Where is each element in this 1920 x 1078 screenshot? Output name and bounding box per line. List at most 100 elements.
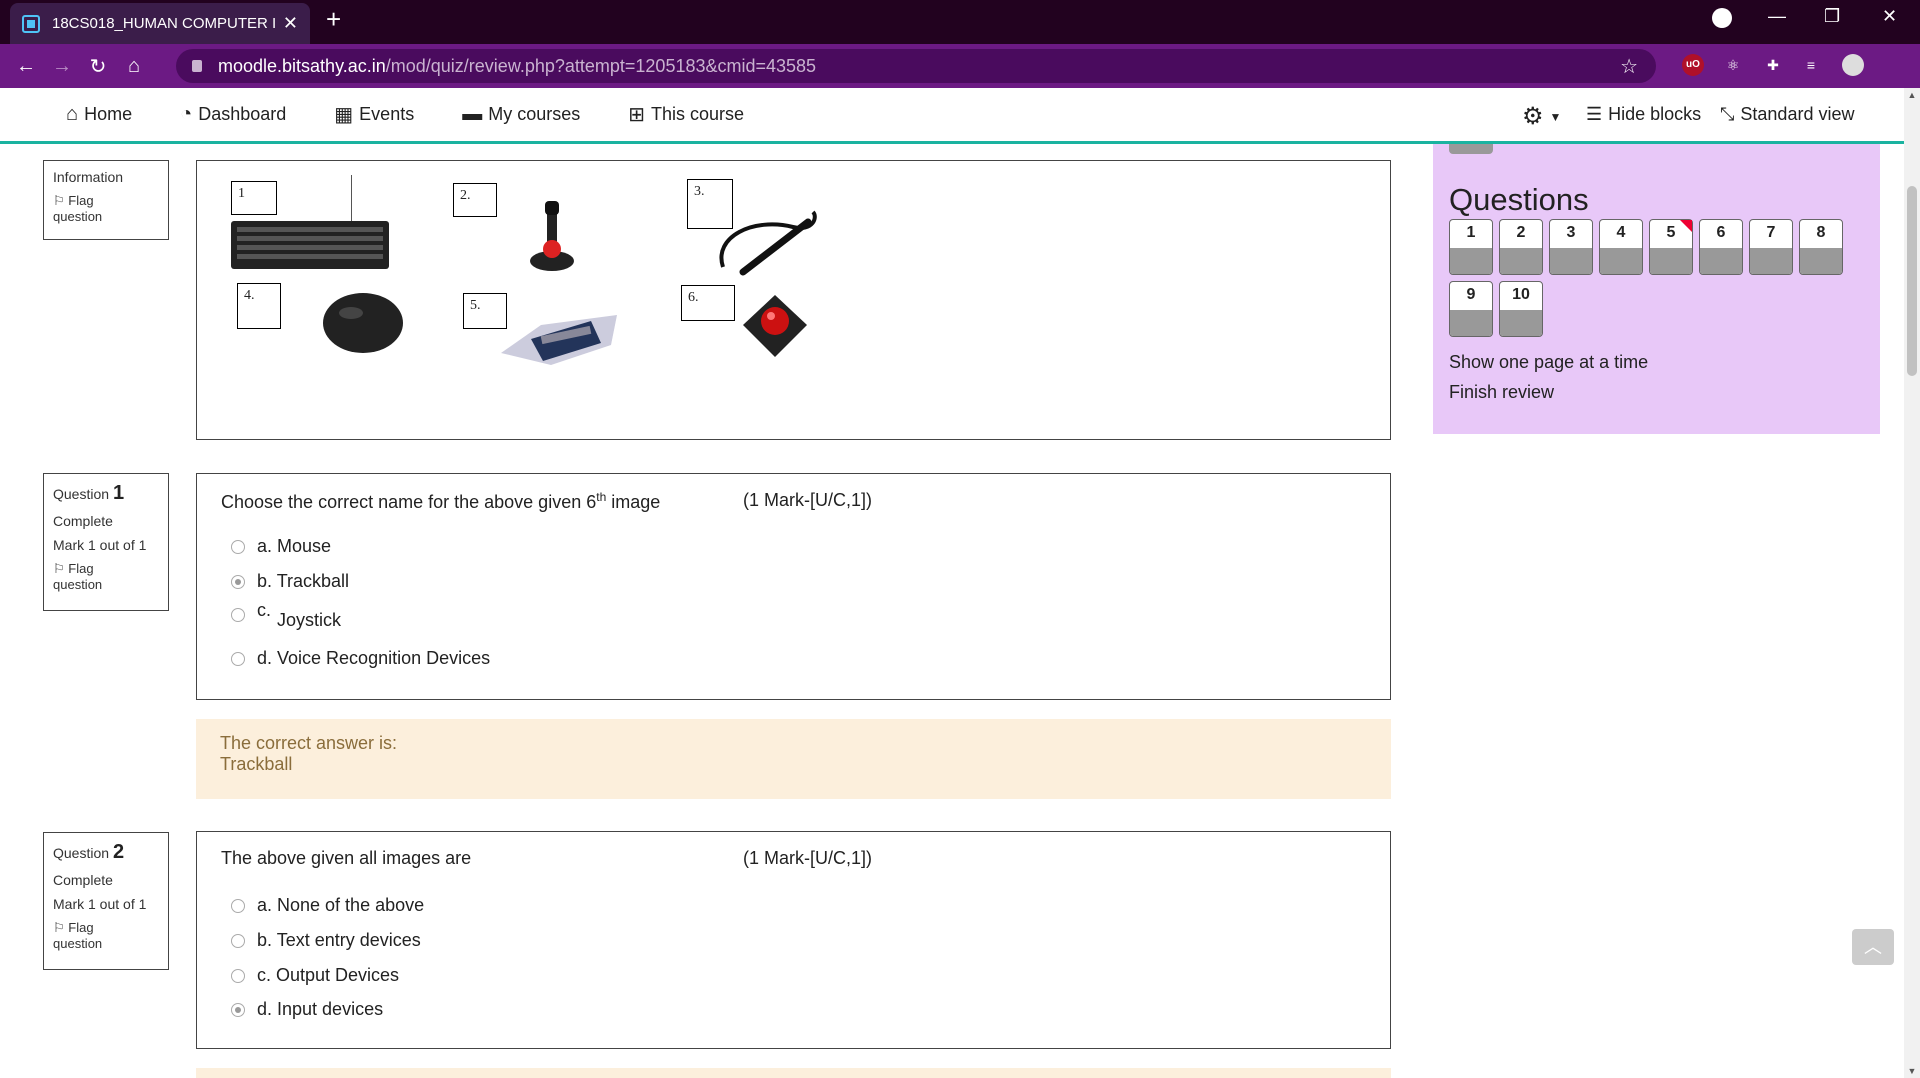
quiz-navigation-block: Questions 1 2 3 4 5 6 7 8 9 10 Show one … (1433, 144, 1880, 434)
settings-menu[interactable]: ⚙ ▼ (1522, 102, 1561, 131)
forward-icon[interactable]: → (44, 55, 80, 78)
radio-button-selected[interactable] (231, 1002, 245, 1017)
answer-option-c[interactable]: c. Output Devices (231, 965, 399, 986)
nav-home[interactable]: ⌂ Home (66, 103, 132, 126)
question-nav-button-6[interactable]: 6 (1699, 219, 1743, 275)
moodle-favicon-icon (22, 14, 40, 33)
question-nav-button-1[interactable]: 1 (1449, 219, 1493, 275)
flag-question-link[interactable]: ⚐ Flag question (53, 193, 159, 225)
radio-button[interactable] (231, 898, 245, 913)
browser-tab[interactable]: 18CS018_HUMAN COMPUTER IN ✕ (10, 3, 310, 44)
compress-icon: ⤡ (1720, 104, 1735, 124)
home-icon[interactable]: ⌂ (116, 55, 152, 78)
question-nav-button-5[interactable]: 5 (1649, 219, 1693, 275)
page-scrollbar[interactable]: ▲ ▼ (1904, 88, 1920, 1078)
question-mark: Mark 1 out of 1 (53, 537, 147, 553)
back-icon[interactable]: ← (8, 55, 44, 78)
question-nav-label: 5 (1666, 224, 1676, 241)
next-feedback-edge (196, 1068, 1391, 1078)
radio-button[interactable] (231, 539, 245, 554)
nav-my-courses[interactable]: ▬ My courses (462, 103, 580, 126)
flag-label-2: question (53, 209, 103, 224)
radio-button[interactable] (231, 933, 245, 948)
restore-icon[interactable]: ❐ (1824, 6, 1840, 27)
answer-option-a[interactable]: a. Mouse (231, 536, 331, 557)
bookmark-star-icon[interactable]: ☆ (1620, 54, 1638, 79)
radio-button-selected[interactable] (231, 574, 245, 589)
nav-events[interactable]: ▦ Events (334, 102, 414, 127)
question-state: Complete (53, 872, 113, 888)
url-path: /mod/quiz/review.php?attempt=1205183&cmi… (385, 55, 817, 76)
question-marks: (1 Mark-[U/C,1]) (743, 490, 873, 510)
outdent-icon: ☰ (1586, 104, 1603, 124)
question-nav-label: 8 (1816, 224, 1826, 241)
question-nav-button-9[interactable]: 9 (1449, 281, 1493, 337)
answer-option-a[interactable]: a. None of the above (231, 895, 424, 916)
question-nav-button-4[interactable]: 4 (1599, 219, 1643, 275)
question-nav-button-3[interactable]: 3 (1549, 219, 1593, 275)
standard-view-button[interactable]: ⤡ Standard view (1720, 104, 1854, 125)
ublock-extension-icon[interactable]: uO (1682, 54, 1704, 76)
atom-extension-icon[interactable]: ⚛ (1722, 54, 1744, 76)
flag-question-link[interactable]: ⚐ Flag question (53, 561, 159, 593)
radio-button[interactable] (231, 651, 245, 666)
question-nav-label: 4 (1616, 224, 1626, 241)
hide-blocks-label: Hide blocks (1608, 104, 1702, 124)
show-one-page-link[interactable]: Show one page at a time (1449, 352, 1648, 373)
question-nav-button-8[interactable]: 8 (1799, 219, 1843, 275)
new-tab-icon[interactable]: + (326, 4, 341, 35)
feedback-answer: Trackball (220, 754, 293, 774)
radio-button[interactable] (231, 968, 245, 983)
flag-question-link[interactable]: ⚐ Flag question (53, 920, 159, 952)
answer-option-b[interactable]: b. Trackball (231, 571, 349, 592)
question-label: Question (53, 486, 110, 502)
question-2-content: The above given all images are (1 Mark-[… (196, 831, 1391, 1049)
back-to-top-button[interactable]: ︿ (1852, 929, 1894, 965)
hide-blocks-button[interactable]: ☰ Hide blocks (1586, 104, 1701, 125)
option-label: b. Text entry devices (257, 930, 421, 950)
question-nav-button-7[interactable]: 7 (1749, 219, 1793, 275)
reload-icon[interactable]: ↻ (80, 54, 116, 79)
flag-label: Flag (68, 920, 94, 935)
tab-title: 18CS018_HUMAN COMPUTER IN (52, 15, 275, 32)
image-number-2: 2. (453, 183, 497, 217)
information-info-box: Information ⚐ Flag question (43, 160, 169, 240)
nav-my-courses-label: My courses (488, 104, 581, 124)
scanner-image (501, 315, 617, 365)
close-tab-icon[interactable]: ✕ (283, 13, 298, 34)
tab-search-icon[interactable] (1712, 8, 1732, 28)
scroll-up-icon[interactable]: ▲ (1904, 90, 1920, 100)
scrollbar-thumb[interactable] (1907, 186, 1917, 376)
radio-button[interactable] (231, 607, 245, 622)
scroll-down-icon[interactable]: ▼ (1904, 1066, 1920, 1076)
question-mark: Mark 1 out of 1 (53, 896, 147, 912)
nav-this-course[interactable]: ⊞ This course (628, 102, 744, 127)
briefcase-icon: ▬ (462, 103, 483, 125)
question-nav-button-2[interactable]: 2 (1499, 219, 1543, 275)
mouse-image (323, 293, 403, 353)
nav-events-label: Events (359, 104, 415, 124)
question-nav-button-10[interactable]: 10 (1499, 281, 1543, 337)
answer-option-c[interactable]: c. Joystick (231, 600, 341, 630)
url-field[interactable]: moodle.bitsathy.ac.in/mod/quiz/review.ph… (176, 49, 1656, 83)
answer-option-b[interactable]: b. Text entry devices (231, 930, 421, 951)
option-label: a. Mouse (257, 536, 332, 556)
media-control-icon[interactable]: ≡ (1800, 54, 1822, 76)
trackball-image (743, 295, 807, 357)
lock-icon (192, 60, 202, 72)
flag-label-2: question (53, 936, 103, 951)
chevron-up-icon: ︿ (1864, 937, 1882, 957)
flag-icon: ⚐ (53, 193, 65, 208)
question-nav-label: 6 (1716, 224, 1726, 241)
question-nav-label: 7 (1766, 224, 1776, 241)
feedback-title: The correct answer is: (220, 733, 398, 753)
close-window-icon[interactable]: ✕ (1882, 6, 1897, 27)
minimize-icon[interactable]: — (1768, 6, 1786, 27)
finish-review-link[interactable]: Finish review (1449, 382, 1554, 403)
option-label: b. Trackball (257, 571, 350, 591)
nav-dashboard[interactable]: ◔ Dashboard (180, 103, 286, 126)
profile-avatar[interactable] (1842, 54, 1864, 76)
extensions-puzzle-icon[interactable]: ✚ (1762, 54, 1784, 76)
answer-option-d[interactable]: d. Voice Recognition Devices (231, 648, 490, 669)
answer-option-d[interactable]: d. Input devices (231, 999, 383, 1020)
